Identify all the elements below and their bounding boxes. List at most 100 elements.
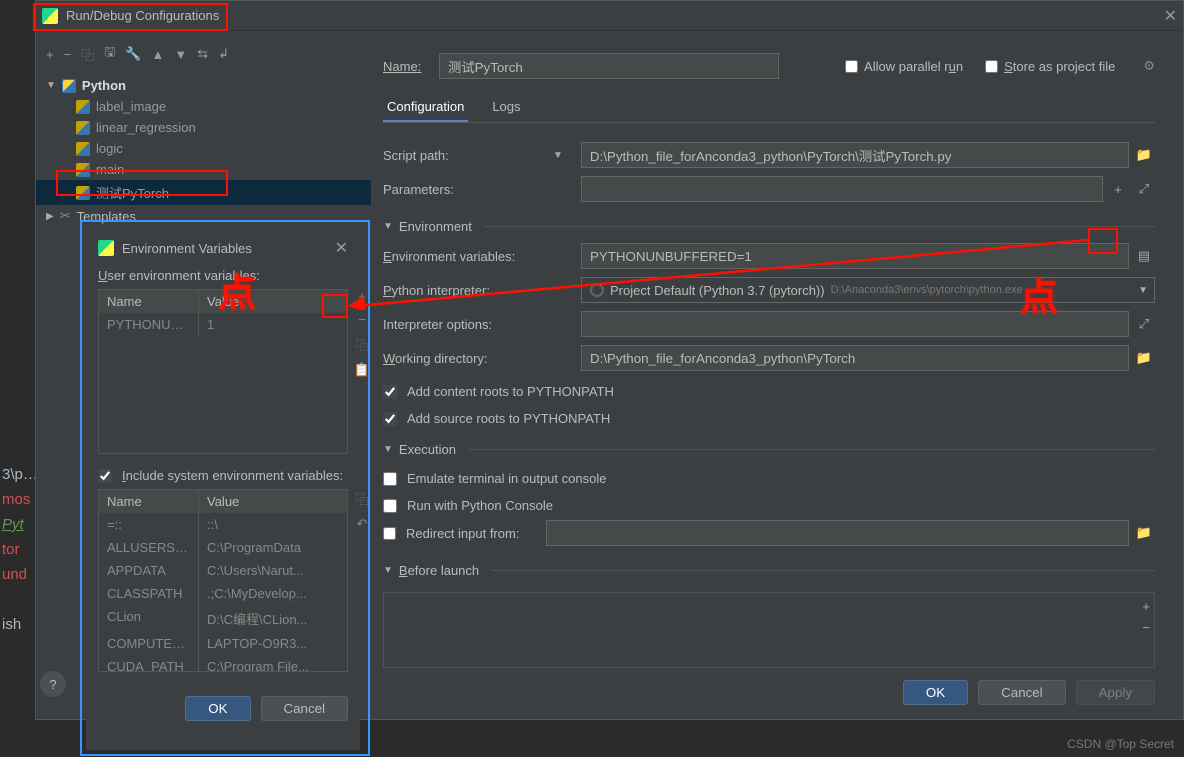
help-icon[interactable]: ? (40, 671, 66, 697)
config-toolbar: + − ⿻ 🖫 🔧 ▲ ▼ ⇆ ↲ (36, 37, 371, 71)
tree-item-test-pytorch[interactable]: 测试PyTorch (36, 180, 371, 205)
allow-parallel-checkbox[interactable] (845, 60, 858, 73)
include-sys-checkbox[interactable] (98, 469, 112, 483)
tree-python-label: Python (82, 78, 126, 93)
move-down-icon[interactable]: ▼ (174, 47, 187, 62)
redirect-input-checkbox[interactable] (383, 527, 396, 540)
chevron-down-icon: ▼ (46, 80, 56, 91)
folder-group-icon[interactable]: ⇆ (197, 46, 208, 62)
section-environment[interactable]: ▼Environment (383, 219, 1155, 234)
python-file-icon (76, 142, 90, 156)
redirect-input-field (546, 520, 1129, 546)
add-content-roots-checkbox[interactable] (383, 385, 397, 399)
close-icon[interactable]: ✕ (335, 238, 348, 258)
add-task-icon[interactable]: + (1142, 599, 1150, 614)
ok-button[interactable]: OK (903, 680, 968, 705)
section-before-launch[interactable]: ▼Before launch (383, 563, 1155, 578)
copy-config-icon[interactable]: ⿻ (81, 45, 94, 64)
interp-opts-label: Interpreter options: (383, 317, 553, 332)
background-editor: 3\p… mos Pyt tor und ish (2, 438, 38, 637)
tree-item-linear-regression[interactable]: linear_regression (36, 117, 371, 138)
table-row[interactable]: CUDA_PATHC:\Program File... (99, 655, 347, 671)
paste-var-icon[interactable]: 📋 (352, 362, 372, 378)
remove-var-icon[interactable]: − (352, 312, 372, 327)
env-cancel-button[interactable]: Cancel (261, 696, 349, 721)
table-row[interactable]: =::::\ (99, 513, 347, 536)
col-name: Name (99, 290, 199, 313)
tree-templates-node[interactable]: ▶ ✂ Templates (36, 205, 371, 227)
table-row[interactable]: ALLUSERSPRO...C:\ProgramData (99, 536, 347, 559)
run-py-console-label: Run with Python Console (407, 498, 553, 513)
run-py-console-checkbox[interactable] (383, 499, 397, 513)
folder-icon[interactable]: 📁 (1133, 347, 1155, 369)
watermark: CSDN @Top Secret (1067, 737, 1174, 751)
parameters-input[interactable] (581, 176, 1103, 202)
env-vars-label: Environment variables: (383, 249, 553, 264)
tree-item-main[interactable]: main (36, 159, 371, 180)
table-row[interactable]: CLASSPATH.;C:\MyDevelop... (99, 582, 347, 605)
python-file-icon (76, 100, 90, 114)
add-config-icon[interactable]: + (46, 47, 54, 62)
move-up-icon[interactable]: ▲ (151, 47, 164, 62)
script-path-mode-arrow[interactable]: ▼ (553, 150, 563, 161)
expand-icon[interactable]: ⤢ (1133, 313, 1155, 335)
table-row[interactable]: APPDATAC:\Users\Narut... (99, 559, 347, 582)
store-project-checkbox[interactable] (985, 60, 998, 73)
user-env-label: User environment variables: (98, 268, 348, 283)
dialog-titlebar: Run/Debug Configurations ✕ (36, 1, 1183, 31)
revert-icon[interactable]: ↲ (218, 46, 229, 62)
revert-sys-icon[interactable]: ↶ (352, 516, 372, 532)
close-icon[interactable]: ✕ (1164, 6, 1177, 26)
section-execution[interactable]: ▼Execution (383, 442, 1155, 457)
remove-task-icon[interactable]: − (1142, 620, 1150, 635)
script-path-label: Script path: (383, 148, 553, 163)
copy-var-icon[interactable]: ⿻ (352, 335, 372, 354)
add-source-roots-checkbox[interactable] (383, 412, 397, 426)
add-var-icon[interactable]: + (352, 289, 372, 304)
table-row[interactable]: PYTHONUNBUF...1 (99, 313, 347, 336)
tree-item-logic[interactable]: logic (36, 138, 371, 159)
plus-icon[interactable]: + (1107, 178, 1129, 200)
col-value: Value (199, 290, 347, 313)
folder-icon[interactable]: 📁 (1133, 144, 1155, 166)
gear-icon[interactable]: ⚙ (1143, 58, 1155, 74)
tree-python-node[interactable]: ▼ Python (36, 75, 371, 96)
interp-opts-input[interactable] (581, 311, 1129, 337)
env-vars-edit-icon[interactable]: ▤ (1133, 245, 1155, 267)
templates-icon: ✂ (60, 208, 71, 224)
pycharm-icon (42, 8, 58, 24)
tree-item-label-image[interactable]: label_image (36, 96, 371, 117)
expand-icon[interactable]: ⤢ (1133, 178, 1155, 200)
redirect-input-label: Redirect input from: (406, 526, 546, 541)
tabs: Configuration Logs (383, 93, 1155, 123)
config-tree: ▼ Python label_image linear_regression l… (36, 71, 371, 231)
env-vars-input[interactable] (581, 243, 1129, 269)
table-row[interactable]: CLionD:\C编程\CLion... (99, 605, 347, 632)
copy-sys-icon[interactable]: ⿻ (352, 489, 372, 508)
sys-env-table: NameValue =::::\ALLUSERSPRO...C:\Program… (98, 489, 348, 672)
script-path-input[interactable] (581, 142, 1129, 168)
tab-configuration[interactable]: Configuration (383, 93, 468, 122)
py-interp-label: Python interpreter: (383, 283, 553, 298)
wrench-icon[interactable]: 🔧 (125, 46, 141, 62)
col-value: Value (199, 490, 347, 513)
folder-icon[interactable]: 📁 (1133, 522, 1155, 544)
table-row[interactable]: COMPUTERNA...LAPTOP-O9R3... (99, 632, 347, 655)
add-source-roots-label: Add source roots to PYTHONPATH (407, 411, 610, 426)
name-label: Name: (383, 59, 439, 74)
save-config-icon[interactable]: 🖫 (104, 43, 115, 65)
python-file-icon (76, 121, 90, 135)
cancel-button[interactable]: Cancel (978, 680, 1066, 705)
emulate-terminal-checkbox[interactable] (383, 472, 397, 486)
name-input[interactable] (439, 53, 779, 79)
workdir-label: Working directory: (383, 351, 553, 366)
remove-config-icon[interactable]: − (64, 47, 72, 62)
py-interp-dropdown[interactable]: Project Default (Python 3.7 (pytorch)) D… (581, 277, 1155, 303)
tab-logs[interactable]: Logs (488, 93, 524, 122)
pycharm-icon (98, 240, 114, 256)
workdir-input[interactable] (581, 345, 1129, 371)
env-ok-button[interactable]: OK (185, 696, 250, 721)
right-pane: Name: Allow parallel run Store as projec… (371, 31, 1183, 719)
before-launch-area: + − (383, 592, 1155, 668)
apply-button: Apply (1076, 680, 1155, 705)
